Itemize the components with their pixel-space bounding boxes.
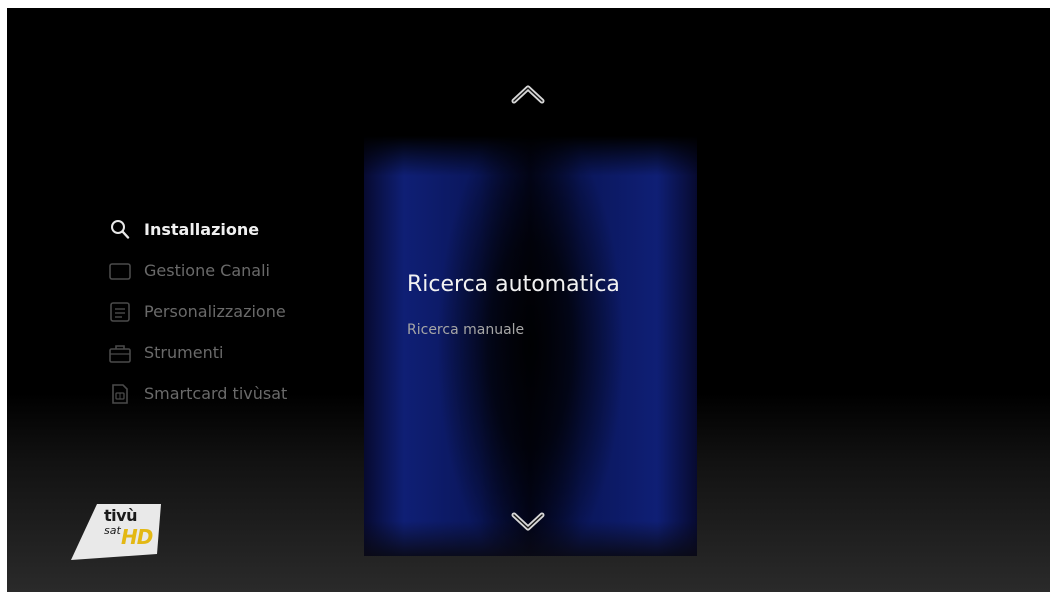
- chevron-down-icon: [511, 512, 545, 531]
- scroll-up-button[interactable]: [508, 81, 548, 107]
- tv-screen-icon: [108, 259, 132, 283]
- submenu-item-ricerca-manuale[interactable]: Ricerca manuale: [407, 322, 687, 338]
- menu-item-label: Strumenti: [144, 343, 224, 362]
- list-icon: [108, 300, 132, 324]
- menu-item-installazione[interactable]: Installazione: [108, 209, 348, 250]
- tv-menu-screen: Installazione Gestione Canali Personaliz…: [7, 8, 1050, 592]
- tivusat-hd-logo: tivù sat HD: [71, 504, 169, 564]
- smartcard-icon: [108, 382, 132, 406]
- logo-text-sat: sat: [104, 524, 121, 537]
- logo-text-hd: HD: [121, 525, 153, 549]
- menu-item-personalizzazione[interactable]: Personalizzazione: [108, 291, 348, 332]
- search-icon: [108, 218, 132, 242]
- submenu: Ricerca automatica Ricerca manuale: [407, 270, 687, 338]
- chevron-up-icon: [511, 85, 545, 104]
- menu-item-label: Smartcard tivùsat: [144, 384, 288, 403]
- menu-item-label: Installazione: [144, 220, 260, 239]
- scroll-down-button[interactable]: [508, 508, 548, 534]
- main-menu: Installazione Gestione Canali Personaliz…: [108, 209, 348, 414]
- menu-item-gestione-canali[interactable]: Gestione Canali: [108, 250, 348, 291]
- menu-item-strumenti[interactable]: Strumenti: [108, 332, 348, 373]
- menu-item-smartcard[interactable]: Smartcard tivùsat: [108, 373, 348, 414]
- menu-item-label: Gestione Canali: [144, 261, 270, 280]
- submenu-panel: [364, 136, 697, 556]
- toolbox-icon: [108, 341, 132, 365]
- logo-text-tivu: tivù: [104, 506, 137, 525]
- submenu-item-ricerca-automatica[interactable]: Ricerca automatica: [407, 270, 687, 310]
- menu-item-label: Personalizzazione: [144, 302, 286, 321]
